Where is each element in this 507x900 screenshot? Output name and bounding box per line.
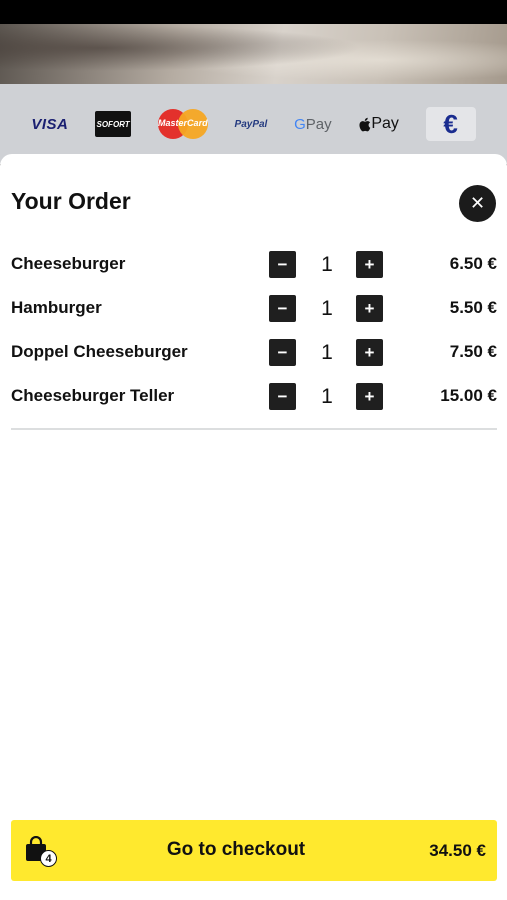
item-quantity: 1 xyxy=(321,341,333,364)
checkout-total: 34.50 € xyxy=(429,841,486,860)
visa-logo: VISA xyxy=(31,115,69,133)
increase-quantity-button[interactable]: + xyxy=(356,295,383,322)
increase-quantity-button[interactable]: + xyxy=(356,339,383,366)
order-item-row: Cheeseburger Teller − 1 + 15.00 € xyxy=(11,382,497,426)
currency-euro-button[interactable]: € xyxy=(425,107,476,141)
item-name: Hamburger xyxy=(11,298,102,317)
item-name: Cheeseburger xyxy=(11,254,126,273)
item-price: 5.50 € xyxy=(449,298,497,317)
item-price: 15.00 € xyxy=(440,386,497,405)
order-item-row: Hamburger − 1 + 5.50 € xyxy=(11,294,497,338)
google-pay-logo: G Pay xyxy=(294,107,332,141)
close-button[interactable]: ✕ xyxy=(459,185,496,222)
item-quantity: 1 xyxy=(321,385,333,408)
plus-icon: + xyxy=(364,386,375,406)
item-name: Doppel Cheeseburger xyxy=(11,342,188,361)
item-quantity: 1 xyxy=(321,297,333,320)
apple-icon xyxy=(359,117,371,131)
google-pay-text: Pay xyxy=(305,115,332,133)
item-price: 7.50 € xyxy=(449,342,497,361)
apple-pay-text: Pay xyxy=(371,115,399,132)
item-name: Cheeseburger Teller xyxy=(11,386,175,405)
plus-icon: + xyxy=(364,342,375,362)
minus-icon: − xyxy=(277,342,288,362)
order-divider xyxy=(11,428,497,430)
sofort-logo: SOFORT xyxy=(95,111,132,137)
decrease-quantity-button[interactable]: − xyxy=(269,251,296,278)
mastercard-text: MasterCard xyxy=(158,118,208,128)
order-sheet: Your Order ✕ Cheeseburger − 1 + 6.50 € H… xyxy=(0,154,507,900)
order-title: Your Order xyxy=(11,188,131,214)
order-list: Cheeseburger − 1 + 6.50 € Hamburger − 1 … xyxy=(11,250,497,426)
close-icon: ✕ xyxy=(469,193,486,213)
increase-quantity-button[interactable]: + xyxy=(356,383,383,410)
item-quantity: 1 xyxy=(321,253,333,276)
order-item-row: Cheeseburger − 1 + 6.50 € xyxy=(11,250,497,294)
decrease-quantity-button[interactable]: − xyxy=(269,383,296,410)
hero-image xyxy=(0,24,507,84)
checkout-button[interactable]: 4 Go to checkout 34.50 € xyxy=(11,820,497,881)
plus-icon: + xyxy=(364,298,375,318)
status-bar xyxy=(0,0,507,24)
checkout-label: Go to checkout xyxy=(166,839,306,860)
minus-icon: − xyxy=(277,254,288,274)
plus-icon: + xyxy=(364,254,375,274)
mastercard-logo: MasterCard xyxy=(157,109,208,139)
minus-icon: − xyxy=(277,386,288,406)
paypal-logo: PayPal xyxy=(234,118,268,130)
google-g: G xyxy=(294,115,306,133)
minus-icon: − xyxy=(277,298,288,318)
payment-methods-strip: VISA SOFORT MasterCard PayPal G Pay Pay € xyxy=(0,84,507,164)
apple-pay-logo: Pay xyxy=(358,107,399,141)
item-price: 6.50 € xyxy=(449,254,497,273)
decrease-quantity-button[interactable]: − xyxy=(269,295,296,322)
increase-quantity-button[interactable]: + xyxy=(356,251,383,278)
decrease-quantity-button[interactable]: − xyxy=(269,339,296,366)
order-item-row: Doppel Cheeseburger − 1 + 7.50 € xyxy=(11,338,497,382)
